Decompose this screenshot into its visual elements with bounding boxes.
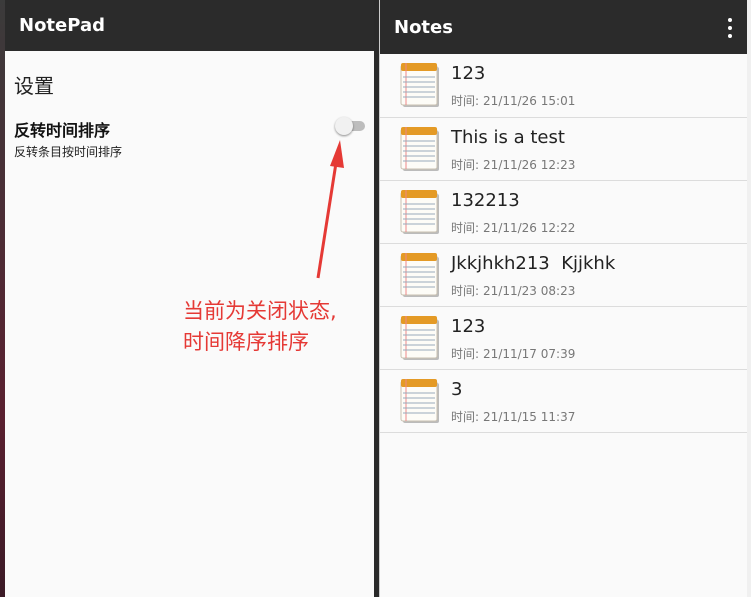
note-title: 123 [451,63,486,84]
note-time-value: 21/11/26 12:22 [483,221,576,235]
notepad-icon [400,253,439,297]
time-label: 时间: [451,158,480,172]
notes-title: Notes [394,16,453,38]
note-title: 123 [451,316,486,337]
notepad-icon [400,379,439,423]
note-timestamp: 时间: 21/11/17 07:39 [451,345,575,362]
time-label: 时间: [451,284,480,298]
note-title: 3 [451,379,463,400]
notes-screen: Notes 123 时间: 21/11/26 15:01 This is a t… [379,0,748,597]
note-title: This is a test [451,127,565,148]
time-label: 时间: [451,221,480,235]
note-timestamp: 时间: 21/11/26 15:01 [451,92,575,109]
note-time-value: 21/11/17 07:39 [483,347,576,361]
background-edge-right [747,0,751,597]
note-time-value: 21/11/23 08:23 [483,284,576,298]
notepad-icon [400,127,439,171]
settings-screen: NotePad 设置 反转时间排序 反转条目按时间排序 当前为关闭状态, 时间降… [5,0,374,597]
note-timestamp: 时间: 21/11/26 12:23 [451,156,575,173]
note-time-value: 21/11/26 12:23 [483,158,576,172]
note-title: 132213 [451,190,520,211]
note-item[interactable]: This is a test 时间: 21/11/26 12:23 [380,118,748,181]
note-time-value: 21/11/15 11:37 [483,410,576,424]
time-label: 时间: [451,347,480,361]
note-time-value: 21/11/26 15:01 [483,94,576,108]
note-item[interactable]: Jkkjhkh213 Kjjkhk 时间: 21/11/23 08:23 [380,244,748,307]
note-item[interactable]: 3 时间: 21/11/15 11:37 [380,370,748,433]
time-label: 时间: [451,410,480,424]
note-timestamp: 时间: 21/11/23 08:23 [451,282,575,299]
note-item[interactable]: 123 时间: 21/11/17 07:39 [380,307,748,370]
notepad-icon [400,190,439,234]
notepad-icon [400,316,439,360]
note-timestamp: 时间: 21/11/26 12:22 [451,219,575,236]
time-label: 时间: [451,94,480,108]
app-bar: Notes [380,0,748,54]
note-item[interactable]: 132213 时间: 21/11/26 12:22 [380,181,748,244]
note-item[interactable]: 123 时间: 21/11/26 15:01 [380,54,748,118]
notepad-icon [400,63,439,107]
annotation-text: 当前为关闭状态, 时间降序排序 [183,299,337,354]
note-list: 123 时间: 21/11/26 15:01 This is a test 时间:… [380,54,748,433]
note-title: Jkkjhkh213 Kjjkhk [451,253,616,274]
note-timestamp: 时间: 21/11/15 11:37 [451,408,575,425]
more-vert-icon[interactable] [726,18,734,38]
